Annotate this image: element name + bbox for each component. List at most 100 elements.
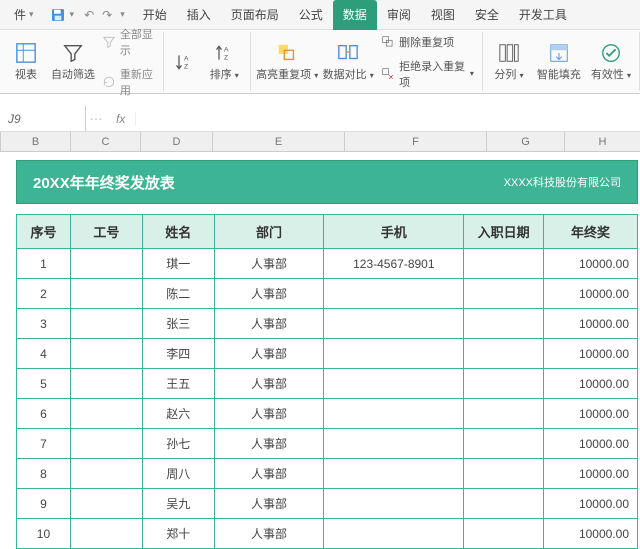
table-cell[interactable]: 人事部 (214, 309, 324, 339)
table-cell[interactable]: 赵六 (142, 399, 214, 429)
reject-dup-button[interactable]: 拒绝录入重复项 ▾ (381, 56, 474, 92)
table-cell[interactable]: 10000.00 (544, 249, 638, 279)
table-row[interactable]: 6赵六人事部10000.00 (17, 399, 638, 429)
highlight-dup-button[interactable]: 高亮重复项 ▾ (259, 42, 315, 82)
table-row[interactable]: 10 郑十人事部 10000.00 (17, 519, 638, 549)
remove-dup-button[interactable]: 删除重复项 (381, 32, 474, 52)
table-cell[interactable] (324, 489, 464, 519)
table-header-cell[interactable]: 姓名 (142, 215, 214, 249)
table-cell[interactable]: 周八 (142, 459, 214, 489)
table-cell[interactable]: 郑十 (142, 519, 214, 549)
col-header[interactable]: C (71, 132, 141, 151)
table-cell[interactable] (464, 459, 544, 489)
table-cell[interactable]: 10000.00 (544, 429, 638, 459)
table-cell[interactable]: 6 (17, 399, 71, 429)
menu-tab-7[interactable]: 安全 (465, 0, 509, 30)
table-header-cell[interactable]: 入职日期 (464, 215, 544, 249)
table-row[interactable]: 1琪一人事部123-4567-890110000.00 (17, 249, 638, 279)
table-cell[interactable] (70, 309, 142, 339)
table-cell[interactable] (464, 399, 544, 429)
table-cell[interactable]: 1 (17, 249, 71, 279)
table-cell[interactable]: 3 (17, 309, 71, 339)
table-cell[interactable] (70, 519, 142, 549)
table-cell[interactable]: 10000.00 (544, 399, 638, 429)
table-cell[interactable] (464, 249, 544, 279)
validity-button[interactable]: 有效性 ▾ (591, 42, 631, 82)
table-cell[interactable]: 王五 (142, 369, 214, 399)
reapply-button[interactable]: 重新应用 (102, 64, 155, 100)
qat-dropdown-icon[interactable]: ▾ (120, 9, 125, 20)
table-cell[interactable]: 9 (17, 489, 71, 519)
smartfill-button[interactable]: 智能填充 (537, 42, 581, 82)
table-cell[interactable] (70, 369, 142, 399)
table-cell[interactable]: 李四 (142, 339, 214, 369)
table-cell[interactable]: 陈二 (142, 279, 214, 309)
table-cell[interactable]: 10000.00 (544, 489, 638, 519)
table-cell[interactable] (464, 309, 544, 339)
data-compare-button[interactable]: 数据对比 ▾ (325, 42, 371, 82)
table-cell[interactable] (324, 519, 464, 549)
table-cell[interactable]: 人事部 (214, 519, 324, 549)
table-cell[interactable] (464, 279, 544, 309)
table-cell[interactable]: 人事部 (214, 249, 324, 279)
table-cell[interactable] (70, 489, 142, 519)
table-row[interactable]: 3张三人事部10000.00 (17, 309, 638, 339)
table-row[interactable]: 8 周八人事部 10000.00 (17, 459, 638, 489)
table-cell[interactable]: 10000.00 (544, 309, 638, 339)
showall-button[interactable]: 全部显示 (102, 24, 155, 60)
fx-icon[interactable]: fx (106, 112, 136, 126)
table-cell[interactable] (70, 249, 142, 279)
table-cell[interactable] (70, 459, 142, 489)
menu-tab-6[interactable]: 视图 (421, 0, 465, 30)
table-cell[interactable] (70, 399, 142, 429)
table-cell[interactable]: 人事部 (214, 339, 324, 369)
table-cell[interactable] (324, 339, 464, 369)
menu-tab-1[interactable]: 插入 (177, 0, 221, 30)
table-row[interactable]: 2 陈二人事部 10000.00 (17, 279, 638, 309)
table-cell[interactable]: 7 (17, 429, 71, 459)
table-cell[interactable]: 人事部 (214, 369, 324, 399)
table-cell[interactable]: 人事部 (214, 489, 324, 519)
menu-tab-8[interactable]: 开发工具 (509, 0, 577, 30)
table-cell[interactable] (464, 369, 544, 399)
split-button[interactable]: 分列 ▾ (491, 42, 527, 82)
redo-icon[interactable]: ↷ (102, 8, 112, 22)
name-box[interactable]: J9 (0, 106, 86, 131)
table-cell[interactable]: 2 (17, 279, 71, 309)
table-cell[interactable] (324, 309, 464, 339)
table-cell[interactable] (324, 399, 464, 429)
table-cell[interactable]: 10000.00 (544, 459, 638, 489)
sort-button[interactable]: AZ 排序 ▾ (206, 42, 242, 82)
pivot-button[interactable]: 视表 (8, 42, 44, 82)
table-cell[interactable] (70, 279, 142, 309)
table-cell[interactable]: 10000.00 (544, 279, 638, 309)
table-header-cell[interactable]: 工号 (70, 215, 142, 249)
table-cell[interactable]: 人事部 (214, 279, 324, 309)
table-cell[interactable]: 琪一 (142, 249, 214, 279)
col-header[interactable]: D (141, 132, 213, 151)
menu-tab-5[interactable]: 审阅 (377, 0, 421, 30)
table-cell[interactable]: 10000.00 (544, 369, 638, 399)
menu-tab-3[interactable]: 公式 (289, 0, 333, 30)
table-cell[interactable] (324, 429, 464, 459)
table-row[interactable]: 9吴九人事部10000.00 (17, 489, 638, 519)
table-cell[interactable]: 10000.00 (544, 519, 638, 549)
table-cell[interactable]: 10 (17, 519, 71, 549)
table-cell[interactable] (324, 459, 464, 489)
table-header-cell[interactable]: 手机 (324, 215, 464, 249)
col-header[interactable]: E (213, 132, 345, 151)
menu-tab-4[interactable]: 数据 (333, 0, 377, 30)
table-cell[interactable]: 10000.00 (544, 339, 638, 369)
table-row[interactable]: 5王五人事部10000.00 (17, 369, 638, 399)
table-cell[interactable] (464, 519, 544, 549)
table-cell[interactable]: 8 (17, 459, 71, 489)
menu-tab-2[interactable]: 页面布局 (221, 0, 289, 30)
col-header[interactable]: H (565, 132, 640, 151)
table-cell[interactable]: 人事部 (214, 459, 324, 489)
table-cell[interactable]: 人事部 (214, 429, 324, 459)
table-header-cell[interactable]: 年终奖 (544, 215, 638, 249)
table-cell[interactable] (464, 429, 544, 459)
col-header[interactable]: B (1, 132, 71, 151)
sheet-area[interactable]: 20XX年年终奖发放表 XXXX科技股份有限公司 序号工号姓名部门手机入职日期年… (0, 152, 640, 549)
menu-file[interactable]: 件▾ (4, 0, 44, 30)
